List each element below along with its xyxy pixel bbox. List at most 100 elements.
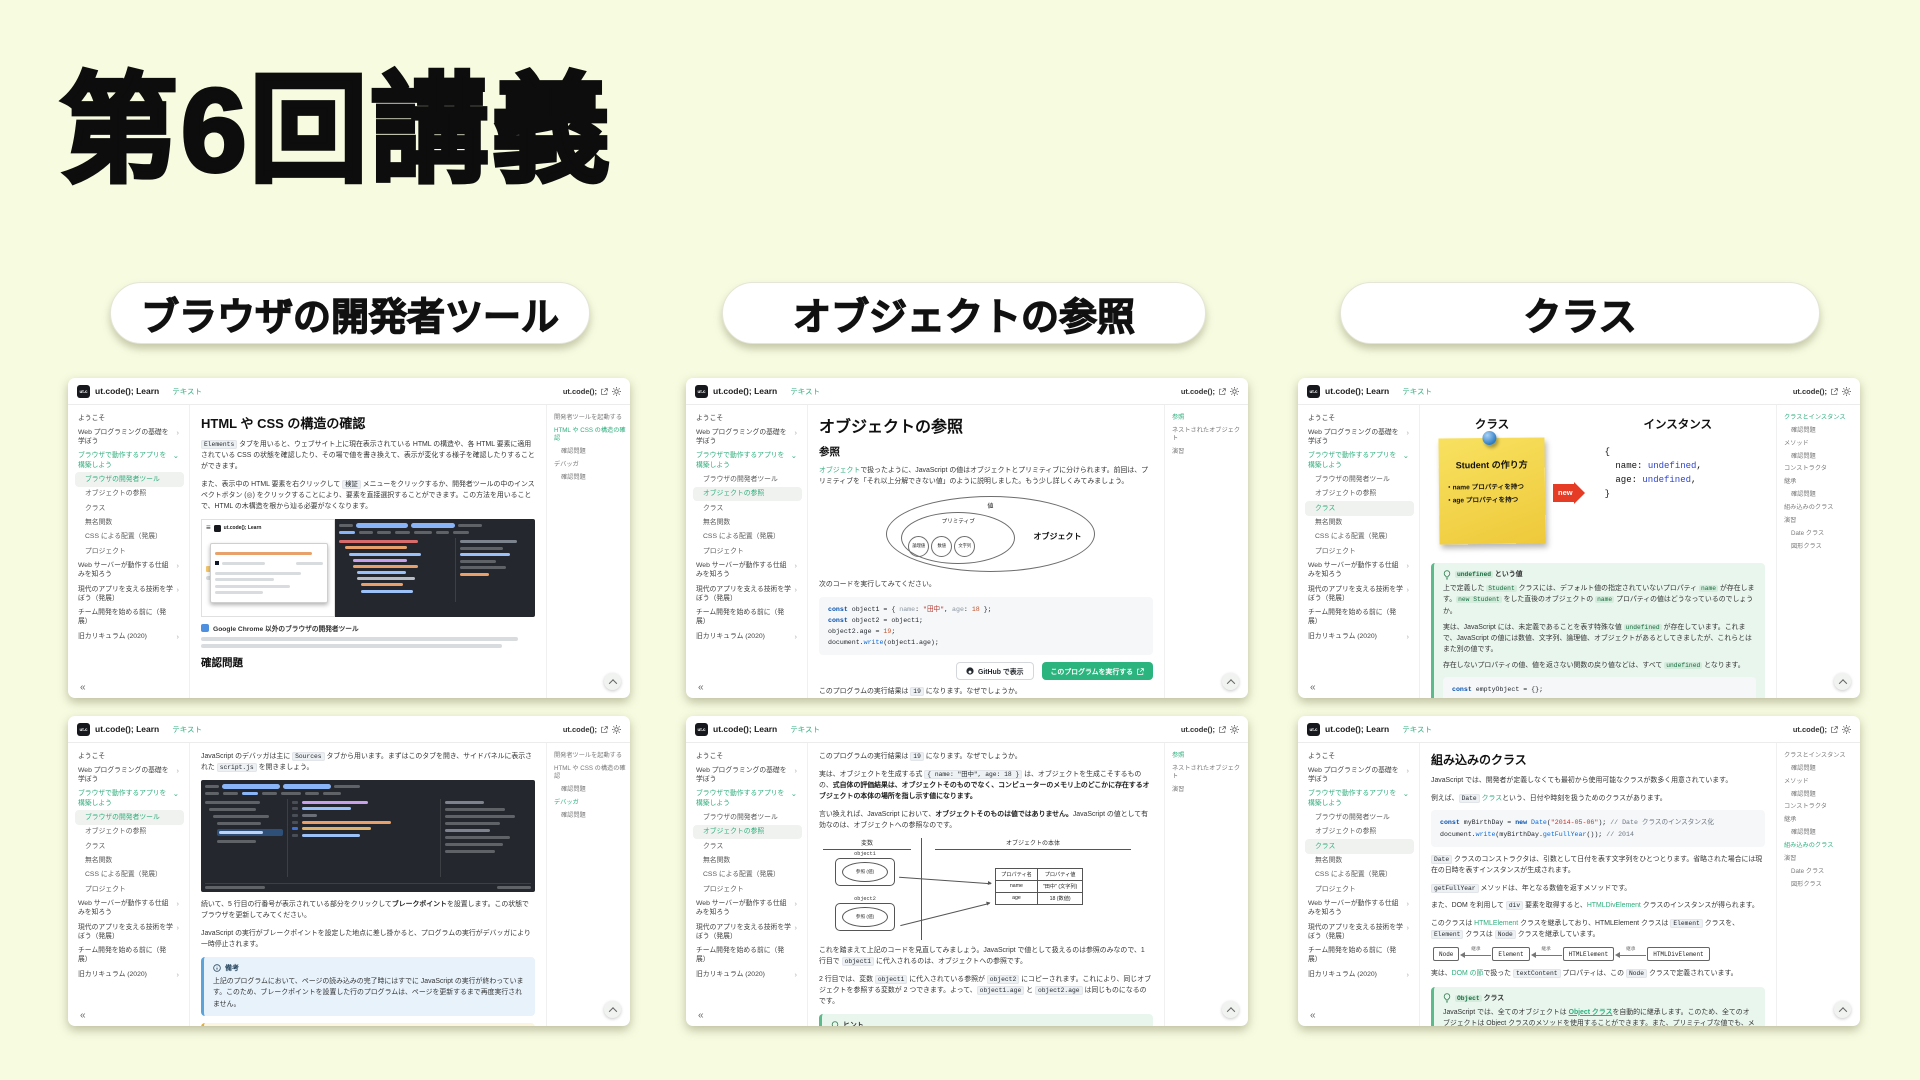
sidebar-collapse-button[interactable]: « [698, 682, 704, 693]
sidebar-item[interactable]: クラス [1305, 839, 1414, 853]
scroll-top-button[interactable] [1834, 673, 1851, 690]
toc-item[interactable]: コンストラクタ [1784, 465, 1856, 473]
sidebar-item[interactable]: ブラウザの開発者ツール [75, 810, 184, 824]
sidebar-item[interactable]: オブジェクトの参照 [1305, 825, 1414, 839]
sidebar-item[interactable]: 現代のアプリを支える技術を学ぼう（発展）› [693, 920, 802, 944]
sidebar-item[interactable]: チーム開発を始める前に（発展） [693, 606, 802, 630]
sidebar-item[interactable]: ブラウザの開発者ツール [693, 472, 802, 486]
toc-item[interactable]: ネストされたオブジェクト [1172, 765, 1244, 782]
sidebar-item[interactable]: Web サーバーが動作する仕組みを知ろう› [693, 559, 802, 583]
toc-item[interactable]: 開発者ツールを起動する [554, 752, 626, 760]
toc-item[interactable]: メソッド [1784, 440, 1856, 448]
toc-item[interactable]: 演習 [1172, 448, 1244, 456]
sidebar-item[interactable]: ようこそ [75, 749, 184, 763]
sidebar-item[interactable]: クラス [75, 839, 184, 853]
theme-toggle-sun-icon[interactable] [1230, 387, 1239, 396]
toc-item[interactable]: クラスとインスタンス [1784, 752, 1856, 760]
sidebar-item[interactable]: Web サーバーが動作する仕組みを知ろう› [1305, 897, 1414, 921]
sidebar-item[interactable]: CSS による配置（発展） [693, 868, 802, 882]
sidebar-item[interactable]: チーム開発を始める前に（発展） [1305, 944, 1414, 968]
brand-link[interactable]: ut.code(); Learn [1325, 386, 1389, 396]
sidebar-item[interactable]: オブジェクトの参照 [1305, 487, 1414, 501]
utcode-site-link[interactable]: ut.code(); [1181, 387, 1215, 396]
toc-item[interactable]: 演習 [1784, 855, 1856, 863]
sidebar-item[interactable]: 無名関数 [75, 516, 184, 530]
toc-item[interactable]: HTML や CSS の構造の確認 [554, 427, 626, 444]
toc-item[interactable]: 確認問題 [554, 448, 626, 456]
toc-item[interactable]: HTML や CSS の構造の確認 [554, 765, 626, 782]
sidebar-item[interactable]: Web サーバーが動作する仕組みを知ろう› [75, 897, 184, 921]
utcode-logo[interactable]: ut.c [695, 385, 708, 398]
sidebar-item[interactable]: ようこそ [1305, 749, 1414, 763]
sidebar-collapse-button[interactable]: « [698, 1010, 704, 1021]
sidebar-item[interactable]: CSS による配置（発展） [1305, 530, 1414, 544]
sidebar-collapse-button[interactable]: « [80, 682, 86, 693]
utcode-logo[interactable]: ut.c [77, 723, 90, 736]
toc-item[interactable]: メソッド [1784, 778, 1856, 786]
toc-item[interactable]: 確認問題 [1784, 427, 1856, 435]
sidebar-item[interactable]: プロジェクト [1305, 882, 1414, 896]
sidebar-item[interactable]: 旧カリキュラム (2020)› [75, 967, 184, 982]
sidebar-item[interactable]: 旧カリキュラム (2020)› [1305, 629, 1414, 644]
sidebar-item[interactable]: 旧カリキュラム (2020)› [75, 629, 184, 644]
toc-item[interactable]: 確認問題 [554, 474, 626, 482]
toc-item[interactable]: 確認問題 [554, 786, 626, 794]
sidebar-item[interactable]: 現代のアプリを支える技術を学ぼう（発展）› [1305, 920, 1414, 944]
sidebar-item[interactable]: Web プログラミングの基礎を学ぼう› [75, 763, 184, 787]
sidebar-item[interactable]: ようこそ [1305, 411, 1414, 425]
toc-item[interactable]: クラスとインスタンス [1784, 414, 1856, 422]
brand-link[interactable]: ut.code(); Learn [713, 386, 777, 396]
sidebar-item[interactable]: クラス [75, 501, 184, 515]
sidebar-item[interactable]: チーム開発を始める前に（発展） [1305, 606, 1414, 630]
toc-item[interactable]: 演習 [1784, 517, 1856, 525]
sidebar-item[interactable]: 現代のアプリを支える技術を学ぼう（発展）› [693, 582, 802, 606]
toc-item[interactable]: 参照 [1172, 752, 1244, 760]
sidebar-item[interactable]: チーム開発を始める前に（発展） [75, 944, 184, 968]
theme-toggle-sun-icon[interactable] [1842, 387, 1851, 396]
utcode-logo[interactable]: ut.c [1307, 723, 1320, 736]
nav-text-link[interactable]: テキスト [1402, 724, 1432, 735]
toc-item[interactable]: 参照 [1172, 414, 1244, 422]
sidebar-item[interactable]: プロジェクト [693, 544, 802, 558]
toc-item[interactable]: デバッガ [554, 461, 626, 469]
toc-item[interactable]: 確認問題 [1784, 765, 1856, 773]
sidebar-item[interactable]: ブラウザで動作するアプリを構築しよう⌄ [693, 449, 802, 473]
toc-item[interactable]: 組み込みのクラス [1784, 504, 1856, 512]
sidebar-item[interactable]: オブジェクトの参照 [75, 487, 184, 501]
toc-item[interactable]: デバッガ [554, 799, 626, 807]
sidebar-item[interactable]: 現代のアプリを支える技術を学ぼう（発展）› [75, 920, 184, 944]
utcode-logo[interactable]: ut.c [1307, 385, 1320, 398]
toc-item[interactable]: 組み込みのクラス [1784, 842, 1856, 850]
theme-toggle-sun-icon[interactable] [1842, 725, 1851, 734]
nav-text-link[interactable]: テキスト [172, 724, 202, 735]
sidebar-item[interactable]: ようこそ [693, 411, 802, 425]
toc-item[interactable]: 確認問題 [1784, 829, 1856, 837]
sidebar-item[interactable]: ブラウザの開発者ツール [1305, 472, 1414, 486]
sidebar-item[interactable]: Web プログラミングの基礎を学ぼう› [75, 425, 184, 449]
toc-item[interactable]: 図形クラス [1784, 543, 1856, 551]
utcode-site-link[interactable]: ut.code(); [1793, 725, 1827, 734]
toc-item[interactable]: 確認問題 [1784, 491, 1856, 499]
sidebar-item[interactable]: ブラウザで動作するアプリを構築しよう⌄ [693, 787, 802, 811]
brand-link[interactable]: ut.code(); Learn [713, 724, 777, 734]
sidebar-item[interactable]: チーム開発を始める前に（発展） [693, 944, 802, 968]
nav-text-link[interactable]: テキスト [790, 386, 820, 397]
sidebar-item[interactable]: クラス [693, 839, 802, 853]
sidebar-item[interactable]: Web プログラミングの基礎を学ぼう› [693, 763, 802, 787]
run-program-button[interactable]: このプログラムを実行する [1042, 662, 1153, 680]
sidebar-item[interactable]: Web プログラミングの基礎を学ぼう› [693, 425, 802, 449]
scroll-top-button[interactable] [1222, 673, 1239, 690]
sidebar-item[interactable]: オブジェクトの参照 [693, 825, 802, 839]
toc-item[interactable]: 開発者ツールを起動する [554, 414, 626, 422]
sidebar-collapse-button[interactable]: « [80, 1010, 86, 1021]
github-button[interactable]: GitHub で表示 [956, 662, 1034, 680]
sidebar-item[interactable]: ようこそ [75, 411, 184, 425]
utcode-site-link[interactable]: ut.code(); [1181, 725, 1215, 734]
sidebar-item[interactable]: CSS による配置（発展） [75, 868, 184, 882]
nav-text-link[interactable]: テキスト [172, 386, 202, 397]
scroll-top-button[interactable] [604, 673, 621, 690]
sidebar-item[interactable]: プロジェクト [75, 882, 184, 896]
sidebar-item[interactable]: 無名関数 [1305, 854, 1414, 868]
sidebar-collapse-button[interactable]: « [1310, 682, 1316, 693]
collapsible-note[interactable]: Google Chrome 以外のブラウザの開発者ツール [201, 623, 535, 633]
